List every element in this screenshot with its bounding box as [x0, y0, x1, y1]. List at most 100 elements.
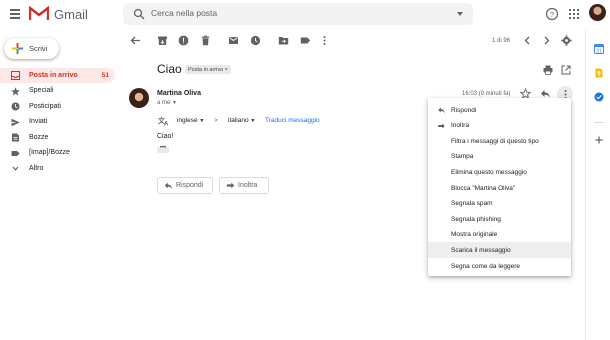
menu-item-show-original[interactable]: Mostra originale: [428, 227, 571, 243]
compose-label: Scrivi: [29, 44, 48, 53]
inbox-label-chip[interactable]: Posta in arrivo ×: [185, 65, 231, 74]
compose-button[interactable]: Scrivi: [4, 38, 59, 59]
add-addon-icon[interactable]: [594, 135, 604, 145]
target-language-label: italiano: [228, 117, 249, 124]
inbox-icon: [11, 71, 20, 80]
back-arrow-icon[interactable]: [130, 35, 141, 46]
sidebar-item-more[interactable]: Altro: [0, 161, 115, 176]
move-to-icon[interactable]: [278, 35, 289, 46]
forward-icon: [438, 123, 445, 129]
caret-down-icon[interactable]: ▼: [172, 100, 177, 106]
chevron-down-icon: [12, 166, 19, 171]
sender-avatar[interactable]: [129, 88, 149, 108]
keep-icon[interactable]: [594, 68, 604, 78]
menu-item-label: Rispondi: [451, 106, 477, 114]
menu-item-print[interactable]: Stampa: [428, 149, 571, 165]
svg-text:A: A: [164, 122, 169, 127]
menu-item-label: Stampa: [451, 153, 474, 161]
menu-item-filter[interactable]: Filtra i messaggi di questo tipo: [428, 133, 571, 149]
apps-grid-icon[interactable]: [567, 7, 581, 21]
menu-item-label: Segna come da leggere: [451, 262, 521, 270]
menu-item-label: Mostra originale: [451, 231, 498, 239]
svg-text:31: 31: [596, 49, 602, 54]
reply-icon: [438, 107, 445, 114]
menu-item-label: Scarica il messaggio: [451, 246, 511, 254]
source-language-label: inglese: [177, 117, 198, 124]
caret-down-icon: ▼: [199, 118, 205, 124]
mark-unread-icon[interactable]: [228, 35, 239, 46]
chevron-right-icon[interactable]: [541, 35, 552, 46]
sidebar-item-label: Inviati: [29, 118, 48, 125]
sidebar-item-label: Altro: [29, 164, 44, 172]
message-body: Ciao!: [157, 133, 174, 140]
open-new-window-icon[interactable]: [561, 65, 571, 75]
sidebar-item-starred[interactable]: Speciali: [0, 84, 115, 99]
recipient-details[interactable]: a me ▼: [157, 100, 177, 106]
svg-text:?: ?: [550, 10, 554, 19]
side-panel-divider: [594, 122, 604, 123]
snooze-icon[interactable]: [250, 35, 261, 46]
message-time: 16:03 (9 minuti fa): [462, 91, 511, 97]
menu-item-label: Blocca "Martina Oliva": [451, 184, 516, 192]
sidebar-item-inbox[interactable]: Posta in arrivo 51: [0, 68, 115, 83]
menu-item-reply[interactable]: Rispondi: [428, 102, 571, 118]
caret-down-icon: ▼: [250, 118, 256, 124]
forward-label: Inoltra: [238, 182, 258, 189]
menu-item-block-sender[interactable]: Blocca "Martina Oliva": [428, 180, 571, 196]
sidebar-item-label: Bozze: [29, 133, 49, 141]
tasks-icon[interactable]: [594, 92, 604, 102]
search-icon[interactable]: [133, 8, 145, 20]
sidebar-item-label: Posta in arrivo: [29, 71, 78, 79]
search-options-icon[interactable]: [457, 12, 463, 16]
gmail-logo-icon[interactable]: [29, 6, 49, 21]
search-bar[interactable]: Cerca nella posta: [123, 3, 473, 25]
show-trimmed-content-button[interactable]: •••: [157, 145, 169, 153]
target-language-select[interactable]: italiano ▼: [228, 117, 255, 124]
chevron-left-icon[interactable]: [522, 35, 533, 46]
forward-icon: [226, 182, 235, 189]
reply-button[interactable]: Rispondi: [157, 177, 213, 194]
menu-item-label: Elimina questo messaggio: [451, 168, 527, 176]
draft-icon: [12, 133, 19, 142]
help-icon[interactable]: ?: [545, 7, 559, 21]
forward-button[interactable]: Inoltra: [219, 177, 269, 194]
menu-item-download-message[interactable]: Scarica il messaggio: [428, 242, 571, 258]
sender-name[interactable]: Martina Oliva: [157, 90, 201, 97]
archive-icon[interactable]: [157, 35, 168, 46]
account-avatar[interactable]: [589, 4, 606, 21]
menu-item-label: Segnala spam: [451, 200, 493, 208]
labels-icon[interactable]: [300, 35, 311, 46]
reply-icon: [164, 182, 173, 190]
source-language-select[interactable]: inglese ▼: [177, 117, 204, 124]
print-icon[interactable]: [543, 65, 553, 75]
menu-item-label: Inoltra: [451, 122, 470, 130]
delete-icon[interactable]: [200, 35, 211, 46]
sidebar-item-label: Posticipati: [29, 102, 61, 110]
app-name: Gmail: [54, 7, 88, 22]
clock-icon: [11, 102, 20, 111]
sidebar-item-label: [Imap]/Bozze: [29, 149, 70, 156]
translate-icon: 文 A: [158, 116, 169, 127]
main-menu-icon[interactable]: [10, 9, 20, 19]
top-bar: Gmail Cerca nella posta ?: [0, 0, 610, 30]
search-input[interactable]: Cerca nella posta: [151, 8, 217, 18]
recipient-text: a me: [157, 100, 171, 106]
sidebar-item-snoozed[interactable]: Posticipati: [0, 99, 115, 114]
translate-message-link[interactable]: Traduci messaggio: [265, 117, 320, 124]
menu-item-mark-unread[interactable]: Segna come da leggere: [428, 258, 571, 274]
sidebar-item-sent[interactable]: Inviati: [0, 115, 115, 130]
menu-item-delete[interactable]: Elimina questo messaggio: [428, 164, 571, 180]
menu-item-report-spam[interactable]: Segnala spam: [428, 196, 571, 212]
translate-arrow: >: [214, 117, 218, 124]
settings-gear-icon[interactable]: [561, 35, 572, 46]
message-more-menu: Rispondi Inoltra Filtra i messaggi di qu…: [428, 98, 571, 276]
calendar-icon[interactable]: 31: [594, 44, 604, 54]
menu-item-report-phishing[interactable]: Segnala phishing: [428, 211, 571, 227]
menu-item-forward[interactable]: Inoltra: [428, 118, 571, 134]
more-vert-icon[interactable]: [319, 35, 330, 46]
menu-item-label: Segnala phishing: [451, 215, 501, 223]
sidebar-item-imap-drafts[interactable]: [Imap]/Bozze: [0, 146, 115, 161]
send-icon: [11, 118, 20, 126]
report-spam-icon[interactable]: [178, 35, 189, 46]
sidebar-item-drafts[interactable]: Bozze: [0, 130, 115, 145]
